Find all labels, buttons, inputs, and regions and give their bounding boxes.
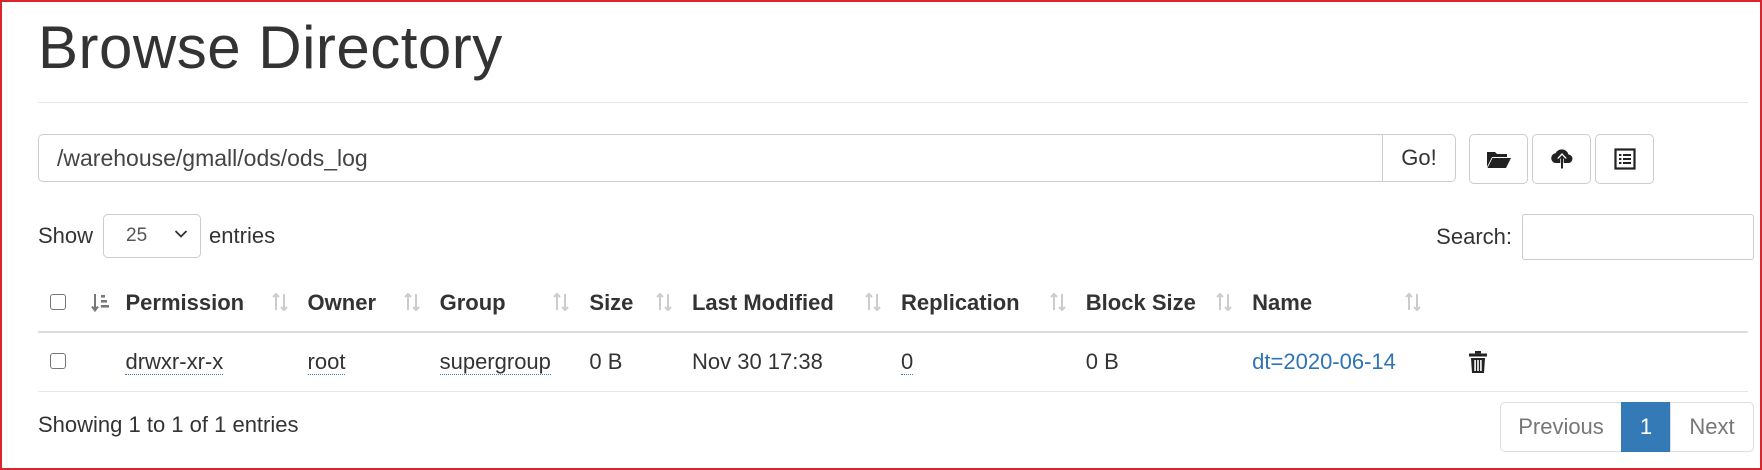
- entries-per-page-select[interactable]: 25: [103, 214, 202, 258]
- cut-paste-button[interactable]: [1595, 134, 1654, 184]
- column-header-block-size[interactable]: Block Size: [1085, 275, 1253, 333]
- path-bar: Go!: [38, 134, 1456, 182]
- column-label: Owner: [307, 290, 377, 315]
- folder-open-icon: [1486, 152, 1511, 168]
- cloud-upload-icon: [1550, 149, 1572, 169]
- column-label: Replication: [901, 290, 1020, 315]
- sort-both-icon: [553, 292, 570, 312]
- sort-both-icon: [656, 292, 672, 312]
- path-input[interactable]: [38, 134, 1382, 182]
- column-header-permission[interactable]: Permission: [125, 275, 308, 333]
- replication-value[interactable]: 0: [901, 349, 914, 375]
- table-row[interactable]: drwxr-xr-x root supergroup 0 B Nov 30 17…: [38, 332, 1748, 392]
- search-label: Search:: [1436, 224, 1512, 249]
- trash-icon[interactable]: [1468, 350, 1488, 374]
- cell-size: 0 B: [589, 332, 692, 392]
- cell-replication: 0: [901, 332, 1086, 392]
- column-label: Last Modified: [691, 290, 834, 315]
- cell-name: dt=2020-06-14: [1252, 332, 1422, 392]
- column-label: Permission: [125, 290, 245, 315]
- table-search: Search:: [1436, 214, 1754, 260]
- column-header-name[interactable]: Name: [1252, 275, 1422, 333]
- cell-owner: root: [307, 332, 440, 392]
- table-header-row: Permission Owner Group Size Last Modifie…: [38, 275, 1748, 333]
- previous-page-button[interactable]: Previous: [1500, 402, 1622, 452]
- search-input[interactable]: [1522, 214, 1754, 260]
- row-order-cell: [90, 332, 126, 392]
- order-column-header[interactable]: [90, 275, 126, 333]
- sort-ascending-icon: [91, 294, 110, 313]
- column-label: Size: [589, 290, 634, 315]
- cell-permission: drwxr-xr-x: [125, 332, 308, 392]
- sort-both-icon: [1216, 292, 1232, 312]
- select-all-header: [38, 275, 91, 333]
- sort-both-icon: [1050, 292, 1066, 312]
- upload-button[interactable]: [1532, 134, 1591, 184]
- pagination: Previous 1 Next: [1500, 402, 1754, 452]
- cell-group: supergroup: [439, 332, 590, 392]
- entries-label: entries: [209, 223, 276, 248]
- next-page-button[interactable]: Next: [1670, 402, 1754, 452]
- group-value[interactable]: supergroup: [439, 349, 551, 375]
- sort-both-icon: [865, 292, 881, 312]
- column-header-owner[interactable]: Owner: [307, 275, 440, 333]
- directory-name-link[interactable]: dt=2020-06-14: [1252, 349, 1396, 374]
- chevron-down-icon: [174, 230, 188, 238]
- column-header-group[interactable]: Group: [439, 275, 590, 333]
- column-label: Group: [439, 290, 506, 315]
- entries-per-page-value: 25: [126, 225, 148, 246]
- column-header-size[interactable]: Size: [589, 275, 692, 333]
- select-all-checkbox[interactable]: [50, 294, 66, 310]
- cell-last-modified: Nov 30 17:38: [691, 332, 902, 392]
- column-header-replication[interactable]: Replication: [901, 275, 1086, 333]
- sort-both-icon: [271, 292, 288, 312]
- cell-block-size: 0 B: [1085, 332, 1253, 392]
- owner-value[interactable]: root: [307, 349, 346, 375]
- show-label: Show: [38, 223, 94, 248]
- go-button[interactable]: Go!: [1382, 134, 1456, 182]
- sort-both-icon: [1405, 292, 1421, 312]
- divider: [38, 102, 1748, 103]
- column-label: Name: [1252, 290, 1313, 315]
- directory-table: Permission Owner Group Size Last Modifie…: [38, 275, 1748, 392]
- column-header-last-modified[interactable]: Last Modified: [691, 275, 902, 333]
- cell-actions: [1421, 332, 1748, 392]
- page-length-control: Show 25 entries: [38, 214, 275, 258]
- row-checkbox[interactable]: [50, 353, 66, 369]
- permission-value[interactable]: drwxr-xr-x: [125, 349, 224, 375]
- actions-column-header: [1421, 275, 1748, 333]
- create-directory-button[interactable]: [1469, 134, 1528, 184]
- page-title: Browse Directory: [38, 14, 503, 81]
- sort-both-icon: [403, 292, 420, 312]
- row-select-cell: [38, 332, 91, 392]
- column-label: Block Size: [1085, 290, 1196, 315]
- list-alt-icon: [1613, 148, 1636, 170]
- page-1-button[interactable]: 1: [1621, 402, 1671, 452]
- table-info: Showing 1 to 1 of 1 entries: [38, 412, 299, 437]
